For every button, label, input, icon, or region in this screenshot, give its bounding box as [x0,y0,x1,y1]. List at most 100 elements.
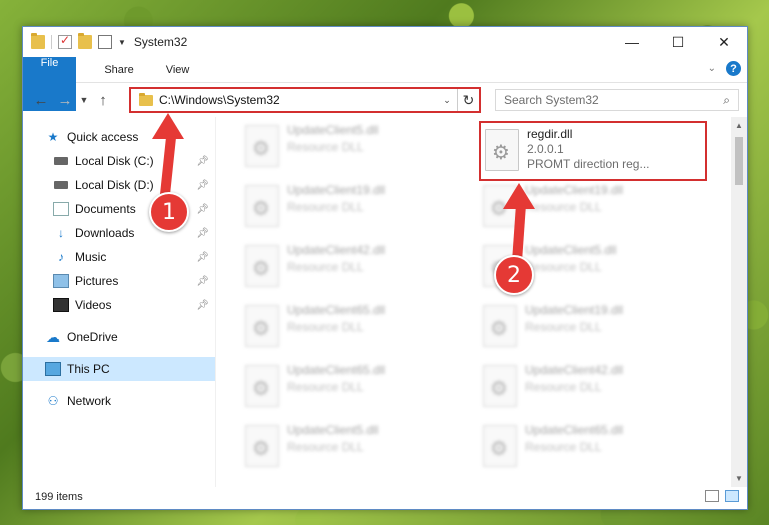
sidebar-item-videos[interactable]: Videos 📌︎ [23,293,215,317]
sidebar-item-label: Local Disk (C:) [75,154,154,168]
file-name: UpdateClient65.dll [287,303,386,317]
window-title: System32 [133,35,188,49]
file-list: UpdateClient5.dll Resource DLL UpdateClie… [215,117,747,487]
dll-file-icon [245,125,279,167]
address-path[interactable]: C:\Windows\System32 [159,93,437,107]
pictures-icon [53,274,69,288]
star-icon: ★ [47,130,59,144]
window-controls: — ☐ ✕ [609,27,747,57]
file-description: Resource DLL [287,320,364,334]
dll-file-icon [485,129,519,171]
file-description: Resource DLL [525,320,602,334]
properties-check-icon[interactable] [58,33,72,49]
minimize-button[interactable]: — [609,27,655,57]
quick-access-toolbar: ▼ [23,33,126,49]
navigation-pane: ★ Quick access Local Disk (C:) 📌︎ Local … [23,117,215,487]
address-dropdown-icon[interactable]: ⌄ [437,95,457,106]
sidebar-item-local-disk-c[interactable]: Local Disk (C:) 📌︎ [23,149,215,173]
scrollbar-thumb[interactable] [735,137,743,185]
file-description: Resource DLL [287,440,364,454]
sidebar-item-network[interactable]: ⚇ Network [23,389,215,413]
pin-icon: 📌︎ [196,179,209,191]
file-item[interactable]: UpdateClient19.dll Resource DLL [245,181,465,235]
details-view-icon[interactable] [705,490,719,502]
file-name: UpdateClient5.dll [525,243,617,257]
close-button[interactable]: ✕ [701,27,747,57]
sidebar-item-label: Local Disk (D:) [75,178,154,192]
file-item[interactable]: UpdateClient65.dll Resource DLL [483,421,703,475]
file-item[interactable]: UpdateClient5.dll Resource DLL [245,421,465,475]
pin-icon: 📌︎ [196,251,209,263]
search-box[interactable]: Search System32 ⌕ [495,89,739,111]
file-name: UpdateClient42.dll [287,243,386,257]
file-name: UpdateClient19.dll [287,183,386,197]
file-name: UpdateClient65.dll [287,363,386,377]
sidebar-item-downloads[interactable]: ↓ Downloads 📌︎ [23,221,215,245]
videos-icon [53,298,69,312]
sidebar-item-pictures[interactable]: Pictures 📌︎ [23,269,215,293]
scroll-up-icon[interactable]: ▲ [731,121,747,130]
file-item[interactable]: UpdateClient65.dll Resource DLL [245,301,465,355]
refresh-icon[interactable]: ↻ [457,89,479,111]
forward-arrow-icon[interactable]: → [53,92,77,109]
search-input[interactable]: Search System32 [504,93,723,107]
file-item[interactable]: UpdateClient42.dll Resource DLL [483,361,703,415]
address-folder-icon [139,92,153,106]
sidebar-item-local-disk-d[interactable]: Local Disk (D:) 📌︎ [23,173,215,197]
dll-file-icon [483,305,517,347]
file-name: UpdateClient42.dll [525,363,624,377]
file-description: Resource DLL [525,380,602,394]
item-count: 199 items [35,491,83,503]
maximize-button[interactable]: ☐ [655,27,701,57]
file-description: Resource DLL [525,200,602,214]
qat-dropdown-icon[interactable]: ▼ [118,38,126,47]
recent-locations-chevron-icon[interactable]: ▼ [77,95,91,105]
sidebar-item-onedrive[interactable]: ☁ OneDrive [23,325,215,349]
file-item[interactable]: UpdateClient42.dll Resource DLL [245,241,465,295]
sidebar-item-quick-access[interactable]: ★ Quick access [23,125,215,149]
file-description: Resource DLL [287,380,364,394]
documents-icon [53,202,69,216]
dll-file-icon [245,365,279,407]
back-arrow-icon[interactable]: ← [29,92,53,109]
network-icon: ⚇ [47,394,59,408]
pin-icon: 📌︎ [196,203,209,215]
file-name: UpdateClient19.dll [525,303,624,317]
annotation-badge-1: 1 [149,192,189,232]
file-name: UpdateClient5.dll [287,423,379,437]
disk-icon [53,154,69,168]
file-description: Resource DLL [287,200,364,214]
onedrive-icon: ☁ [46,328,60,345]
sidebar-item-this-pc[interactable]: This PC [23,357,215,381]
title-bar: ▼ System32 — ☐ ✕ [23,27,747,57]
tab-view[interactable]: View [150,57,206,82]
file-version: 2.0.0.1 [527,142,564,156]
file-item-regdir[interactable]: regdir.dll 2.0.0.1 PROMT direction reg..… [479,121,707,181]
new-folder-icon[interactable] [78,33,92,49]
file-name: UpdateClient5.dll [287,123,379,137]
annotation-badge-2: 2 [494,255,534,295]
sidebar-item-label: Pictures [75,274,119,288]
expand-ribbon-chevron-icon[interactable]: ⌄ [708,63,716,74]
tiles-view-icon[interactable] [725,490,739,502]
scroll-down-icon[interactable]: ▼ [731,474,747,483]
file-item[interactable]: UpdateClient19.dll Resource DLL [483,301,703,355]
search-icon[interactable]: ⌕ [723,93,730,108]
dll-file-icon [483,425,517,467]
sidebar-item-music[interactable]: ♪ Music 📌︎ [23,245,215,269]
vertical-scrollbar[interactable]: ▲ ▼ [731,117,747,487]
sidebar-item-label: Videos [75,298,112,312]
file-item[interactable]: UpdateClient5.dll Resource DLL [245,121,465,175]
address-bar[interactable]: C:\Windows\System32 ⌄ ↻ [129,87,481,113]
tab-share[interactable]: Share [88,57,149,82]
customize-icon[interactable] [98,35,112,49]
status-bar: 199 items [23,485,747,509]
file-name: UpdateClient65.dll [525,423,624,437]
pin-icon: 📌︎ [196,155,209,167]
file-item[interactable]: UpdateClient65.dll Resource DLL [245,361,465,415]
up-arrow-icon[interactable]: ↑ [91,92,115,109]
ribbon-tabs: File Home Share View ⌄ ? [23,57,747,111]
help-icon[interactable]: ? [726,61,741,76]
file-description: Resource DLL [525,440,602,454]
disk-icon [53,178,69,192]
